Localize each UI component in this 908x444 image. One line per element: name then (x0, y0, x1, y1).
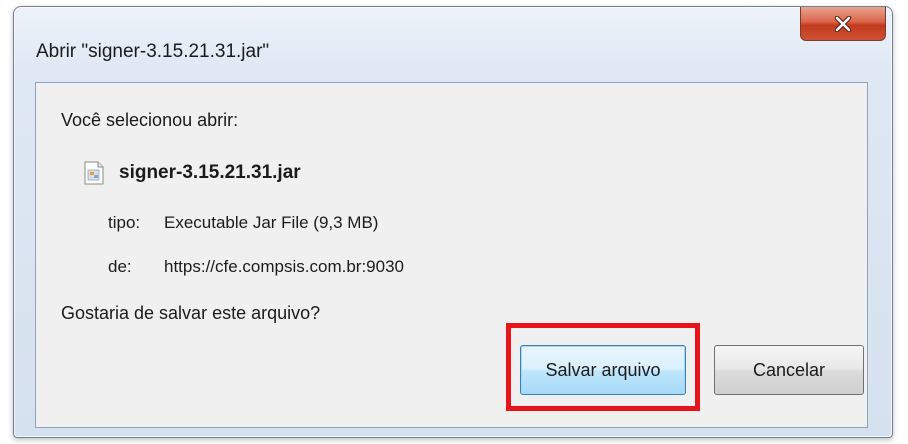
file-source-value: https://cfe.compsis.com.br:9030 (164, 257, 404, 276)
file-type-value: Executable Jar File (9,3 MB) (164, 213, 379, 232)
file-type-label: tipo: (108, 213, 141, 232)
save-question: Gostaria de salvar este arquivo? (61, 303, 321, 323)
intro-text: Você selecionou abrir: (61, 110, 239, 130)
close-button[interactable] (800, 7, 886, 41)
file-name: signer-3.15.21.31.jar (119, 162, 301, 183)
title-bar[interactable]: Abrir "signer-3.15.21.31.jar" (14, 7, 892, 91)
jar-file-icon (83, 161, 105, 185)
screenshot-canvas: Abrir "signer-3.15.21.31.jar" Você selec… (0, 0, 908, 444)
dialog-title: Abrir "signer-3.15.21.31.jar" (36, 41, 270, 62)
close-icon (834, 15, 852, 32)
file-row: signer-3.15.21.31.jar (83, 161, 301, 185)
file-source-label: de: (108, 257, 132, 276)
cancel-button[interactable]: Cancelar (714, 345, 864, 395)
save-file-button[interactable]: Salvar arquivo (520, 345, 686, 395)
